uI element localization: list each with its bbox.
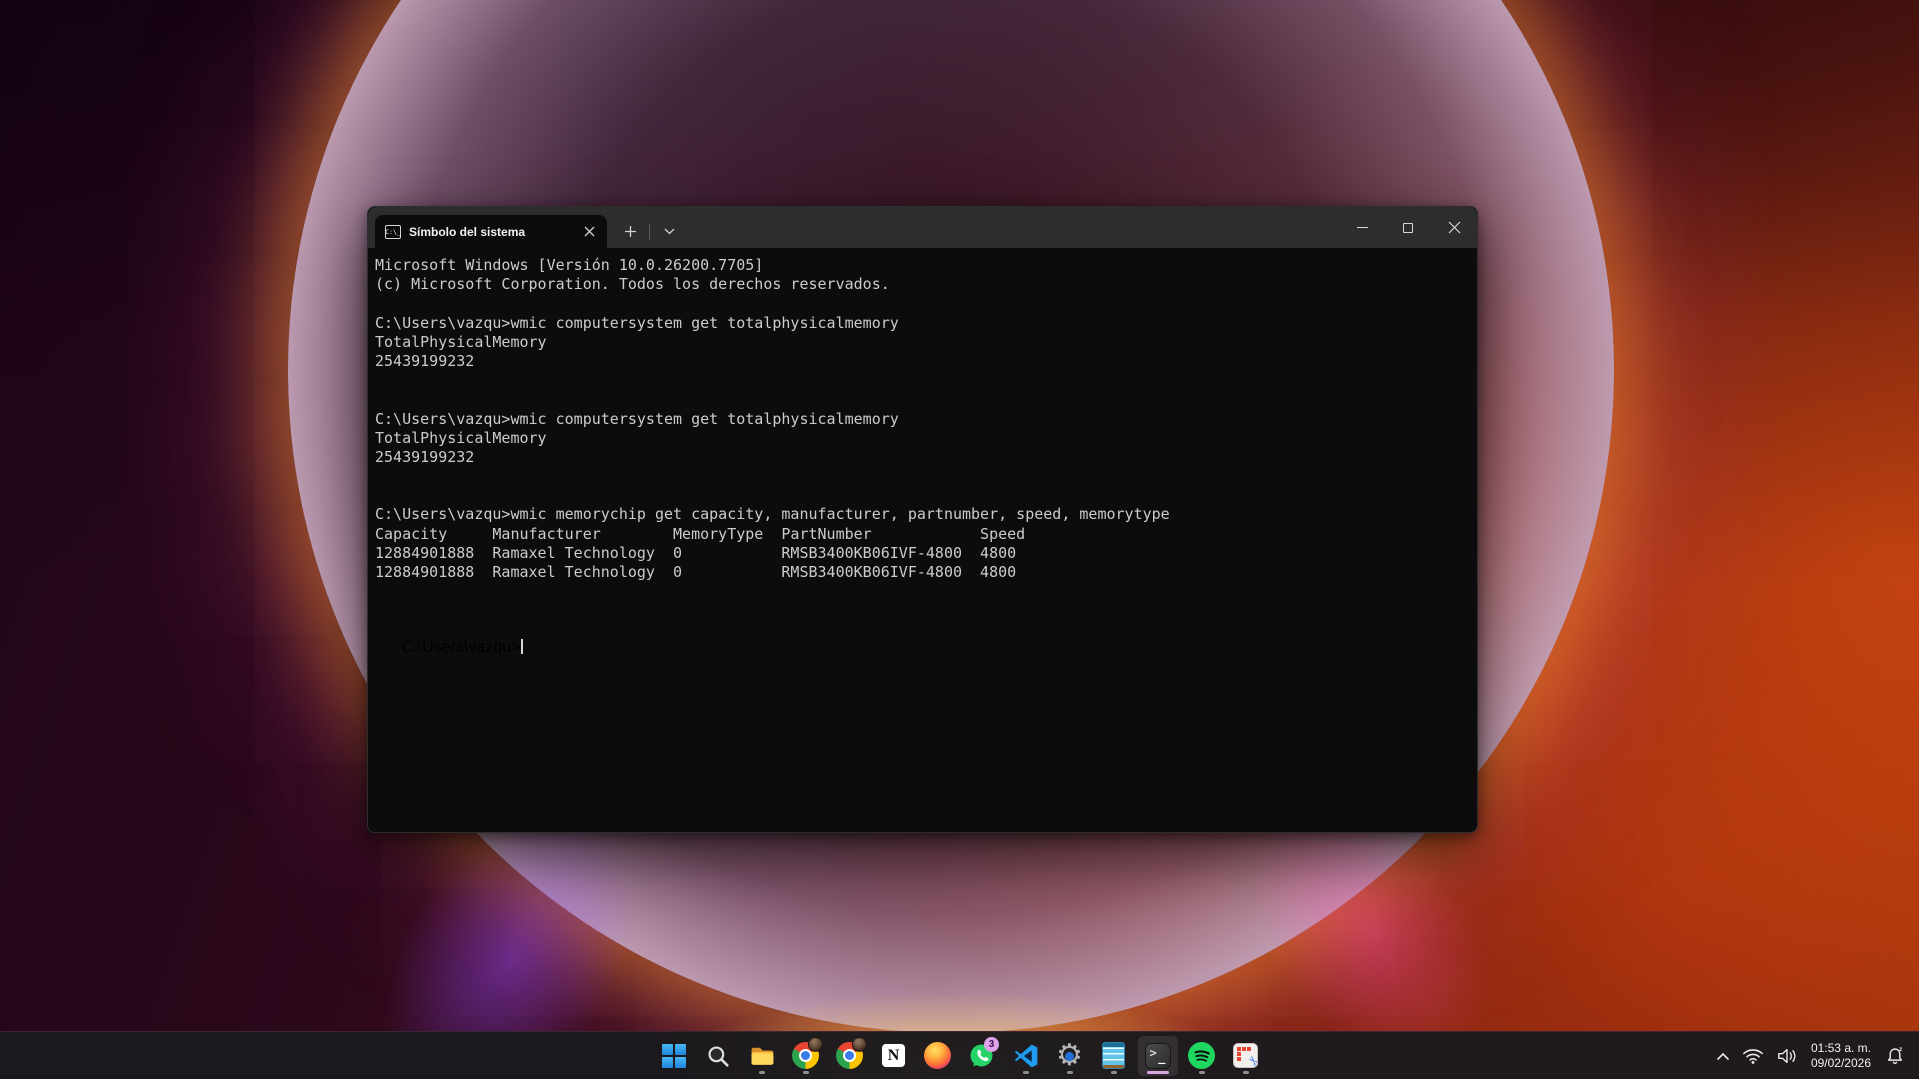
close-button[interactable] — [1431, 207, 1477, 248]
terminal-line: TotalPhysicalMemory — [375, 333, 1469, 352]
minimize-icon — [1357, 227, 1368, 229]
running-indicator — [759, 1071, 765, 1074]
terminal-line — [375, 467, 1469, 486]
chrome-profile-2-button[interactable] — [830, 1036, 870, 1076]
notepad-icon — [1102, 1042, 1125, 1069]
tray-overflow-button[interactable] — [1711, 1036, 1735, 1076]
clock-time: 01:53 a. m. — [1811, 1041, 1871, 1056]
gear-center-dot — [1065, 1052, 1074, 1061]
titlebar[interactable]: C:\_ Símbolo del sistema — [368, 207, 1477, 248]
search-button[interactable] — [698, 1036, 738, 1076]
system-tray: 01:53 a. m. 09/02/2026 z — [1711, 1032, 1911, 1079]
wifi-icon — [1742, 1047, 1764, 1065]
running-indicator — [1243, 1071, 1249, 1074]
spotify-waves-icon — [1188, 1042, 1215, 1069]
close-icon — [1448, 221, 1461, 234]
whatsapp-button[interactable]: 3 — [962, 1036, 1002, 1076]
terminal-line: Microsoft Windows [Versión 10.0.26200.77… — [375, 256, 1469, 275]
settings-button[interactable]: ⚙ — [1050, 1036, 1090, 1076]
chevron-up-icon — [1716, 1052, 1730, 1061]
terminal-line — [375, 371, 1469, 390]
notion-button[interactable]: N — [874, 1036, 914, 1076]
terminal-line: 12884901888 Ramaxel Technology 0 RMSB340… — [375, 563, 1469, 582]
chrome-profile-1-button[interactable] — [786, 1036, 826, 1076]
terminal-icon: > _ — [1145, 1043, 1171, 1069]
terminal-cursor — [521, 639, 523, 654]
spotify-icon — [1188, 1042, 1215, 1069]
running-indicator — [1023, 1071, 1029, 1074]
taskbar: N 3 — [0, 1031, 1919, 1079]
close-icon — [584, 226, 595, 237]
start-button[interactable] — [654, 1036, 694, 1076]
terminal-line: (c) Microsoft Corporation. Todos los der… — [375, 275, 1469, 294]
terminal-line — [375, 294, 1469, 313]
taskbar-clock[interactable]: 01:53 a. m. 09/02/2026 — [1805, 1041, 1877, 1071]
chrome-profile-avatar — [852, 1037, 867, 1052]
maximize-icon — [1403, 223, 1413, 233]
terminal-line: C:\Users\vazqu>wmic computersystem get t… — [375, 410, 1469, 429]
tab-title: Símbolo del sistema — [409, 225, 571, 239]
terminal-line — [375, 486, 1469, 505]
whatsapp-notification-badge: 3 — [984, 1037, 999, 1052]
active-app-indicator — [1147, 1071, 1169, 1074]
terminal-line — [375, 390, 1469, 409]
bell-dnd-icon: z — [1884, 1045, 1906, 1067]
terminal-line: Capacity Manufacturer MemoryType PartNum… — [375, 525, 1469, 544]
windows-terminal-button[interactable]: > _ — [1138, 1036, 1178, 1076]
speaker-icon — [1776, 1047, 1798, 1065]
running-indicator — [1199, 1071, 1205, 1074]
cmd-icon: C:\_ — [385, 225, 401, 239]
svg-text:z: z — [1899, 1046, 1902, 1053]
notepad-button[interactable] — [1094, 1036, 1134, 1076]
terminal-icon-underscore: _ — [1158, 1050, 1165, 1064]
windows-logo-icon — [662, 1044, 686, 1068]
running-indicator — [1067, 1071, 1073, 1074]
spotify-button[interactable] — [1182, 1036, 1222, 1076]
maximize-button[interactable] — [1385, 207, 1431, 248]
tab-simbolo-del-sistema[interactable]: C:\_ Símbolo del sistema — [375, 215, 607, 248]
tab-dropdown-button[interactable] — [656, 220, 682, 244]
terminal-line: 12884901888 Ramaxel Technology 0 RMSB340… — [375, 544, 1469, 563]
terminal-icon-prompt: > — [1150, 1046, 1157, 1060]
terminal-screen[interactable]: Microsoft Windows [Versión 10.0.26200.77… — [368, 248, 1477, 833]
folder-icon — [748, 1042, 776, 1070]
notification-center-button[interactable]: z — [1879, 1036, 1911, 1076]
terminal-line: 25439199232 — [375, 352, 1469, 371]
volume-button[interactable] — [1771, 1036, 1803, 1076]
terminal-line — [375, 582, 1469, 601]
terminal-line — [375, 601, 1469, 620]
notion-icon: N — [881, 1043, 906, 1068]
file-explorer-button[interactable] — [742, 1036, 782, 1076]
new-tab-button[interactable] — [617, 220, 643, 244]
terminal-line: C:\Users\vazqu>wmic memorychip get capac… — [375, 505, 1469, 524]
taskbar-pinned-apps: N 3 — [652, 1036, 1268, 1076]
vscode-button[interactable] — [1006, 1036, 1046, 1076]
terminal-prompt: C:\Users\vazqu> — [402, 639, 521, 656]
firefox-icon — [924, 1042, 951, 1069]
terminal-prompt-row: C:\Users\vazqu> — [375, 621, 523, 640]
terminal-line: C:\Users\vazqu>wmic computersystem get t… — [375, 314, 1469, 333]
chrome-profile-avatar — [808, 1037, 823, 1052]
network-button[interactable] — [1737, 1036, 1769, 1076]
minimize-button[interactable] — [1339, 207, 1385, 248]
scissors-icon: ✂ — [1243, 1052, 1258, 1068]
snipping-tool-icon: ✂ — [1233, 1043, 1258, 1068]
desktop: C:\_ Símbolo del sistema — [0, 0, 1919, 1079]
terminal-line: TotalPhysicalMemory — [375, 429, 1469, 448]
snipping-tool-button[interactable]: ✂ — [1226, 1036, 1266, 1076]
terminal-window: C:\_ Símbolo del sistema — [367, 206, 1478, 833]
running-indicator — [803, 1071, 809, 1074]
firefox-button[interactable] — [918, 1036, 958, 1076]
tabbar-divider — [649, 224, 650, 240]
terminal-line: 25439199232 — [375, 448, 1469, 467]
search-icon — [705, 1043, 731, 1069]
tab-close-button[interactable] — [579, 222, 599, 242]
running-indicator — [1111, 1071, 1117, 1074]
chevron-down-icon — [664, 228, 675, 235]
clock-date: 09/02/2026 — [1811, 1056, 1871, 1071]
vscode-icon — [1013, 1043, 1039, 1069]
plus-icon — [624, 225, 637, 238]
